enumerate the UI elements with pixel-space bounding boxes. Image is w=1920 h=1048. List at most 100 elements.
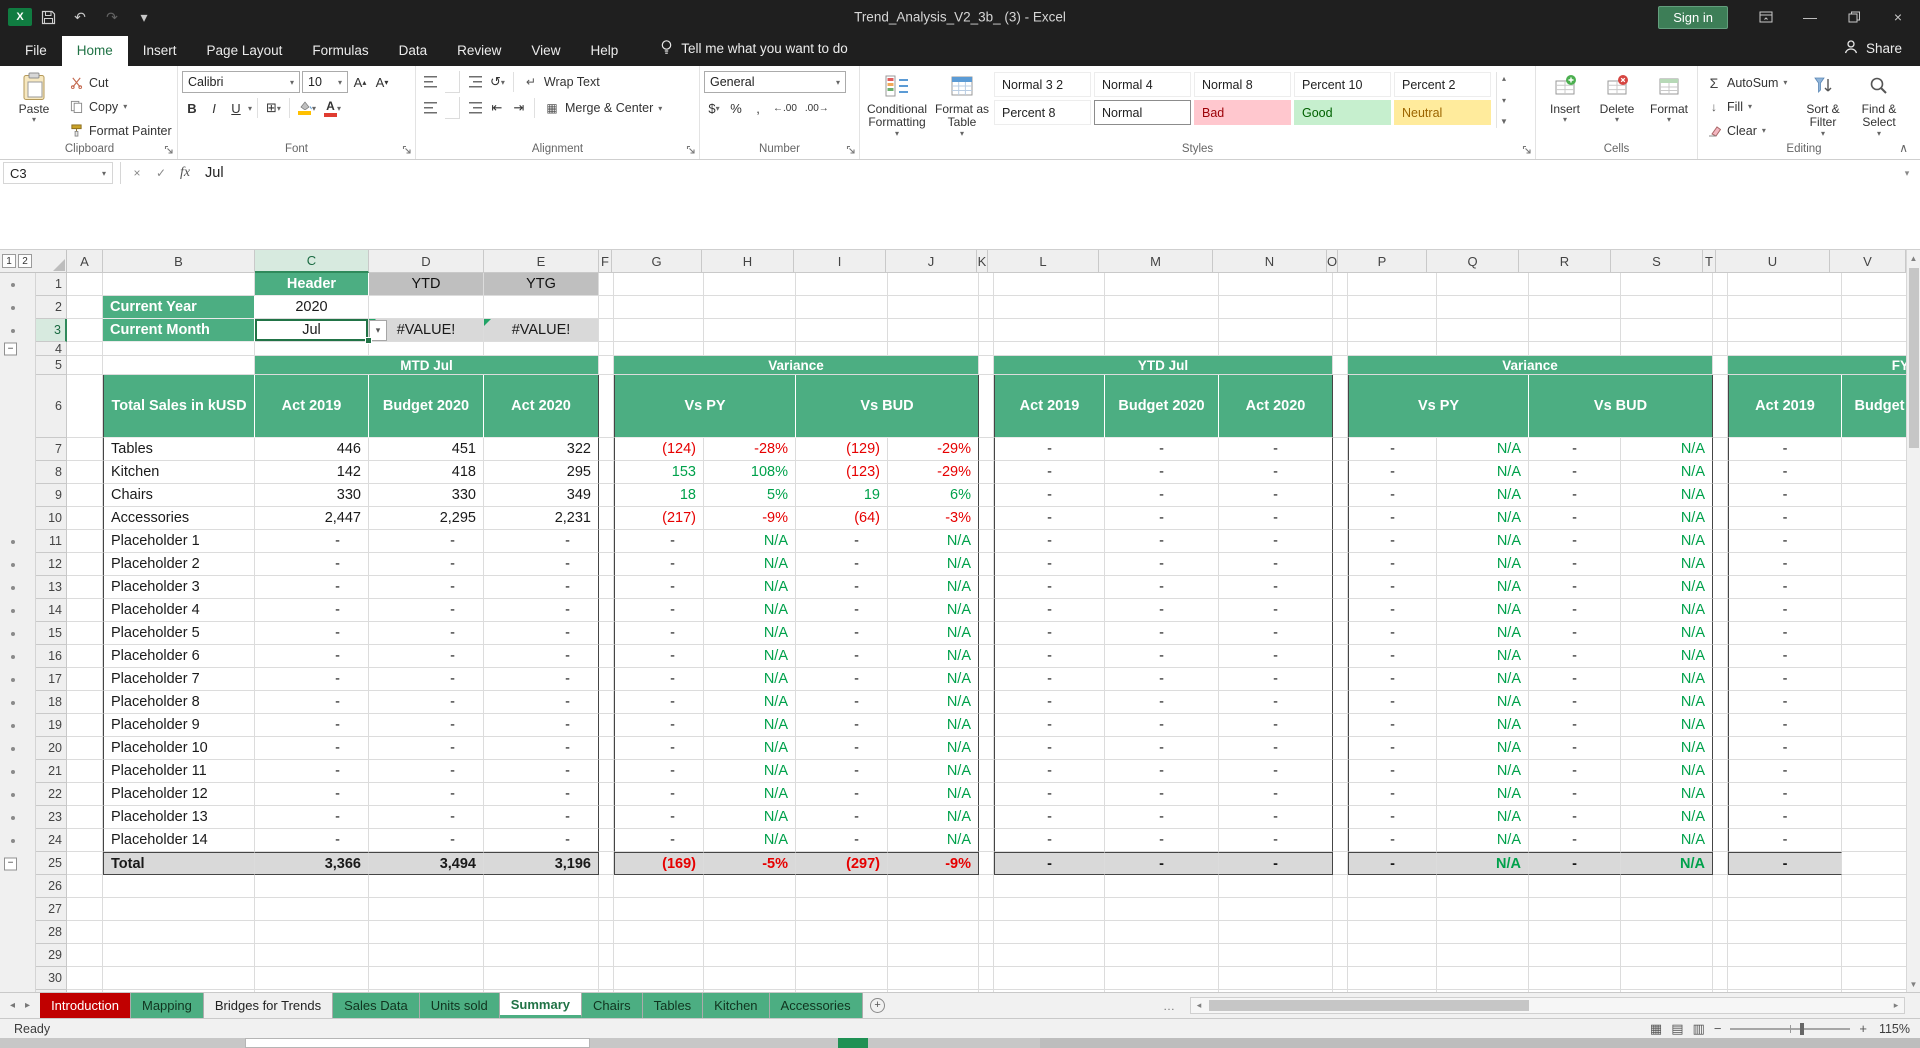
cell-C[interactable]: - (255, 645, 369, 668)
cell-I[interactable]: - (796, 806, 888, 829)
formula-bar-expand-icon[interactable]: ▾ (1894, 168, 1920, 179)
cell-N[interactable]: - (1219, 691, 1333, 714)
column-header-d[interactable]: D (369, 250, 484, 273)
cell-R[interactable]: - (1529, 691, 1621, 714)
cell-S[interactable] (1621, 319, 1713, 342)
cell-M[interactable] (1105, 319, 1219, 342)
cell-Q[interactable]: N/A (1437, 461, 1529, 484)
cell-G[interactable]: - (614, 829, 704, 852)
cell-N[interactable]: - (1219, 461, 1333, 484)
cell-F[interactable] (599, 760, 614, 783)
cell-P[interactable]: - (1348, 760, 1437, 783)
ribbon-tab-view[interactable]: View (516, 36, 575, 66)
cell-G[interactable]: - (614, 714, 704, 737)
cell-R[interactable] (1529, 967, 1621, 990)
cell-U[interactable]: - (1728, 484, 1842, 507)
cell-L[interactable]: - (994, 530, 1105, 553)
cell-O[interactable] (1333, 273, 1348, 296)
cell-O[interactable] (1333, 714, 1348, 737)
cell-C[interactable]: - (255, 806, 369, 829)
cell-style-percent-10[interactable]: Percent 10 (1294, 72, 1391, 97)
cell-I[interactable]: - (796, 783, 888, 806)
cell-P[interactable] (1348, 967, 1437, 990)
cell-A11[interactable] (67, 530, 103, 553)
cell-A[interactable] (67, 921, 103, 944)
cell-P[interactable] (1348, 296, 1437, 319)
cell-C[interactable]: - (255, 668, 369, 691)
cell-E[interactable]: - (484, 553, 599, 576)
cell-G[interactable]: (217) (614, 507, 704, 530)
cell-T[interactable] (1713, 530, 1728, 553)
merge-center-button[interactable]: ▦Merge & Center▾ (540, 98, 666, 119)
row-header-6[interactable]: 6 (36, 375, 67, 438)
cell-S[interactable]: N/A (1621, 599, 1713, 622)
cell-N[interactable]: - (1219, 507, 1333, 530)
cell-R[interactable]: - (1529, 645, 1621, 668)
cell-E[interactable]: - (484, 645, 599, 668)
cell-N[interactable] (1219, 319, 1333, 342)
increase-font-size-button[interactable]: A▴ (350, 71, 370, 93)
cell-F[interactable] (599, 921, 614, 944)
cell-A[interactable] (67, 967, 103, 990)
cell-H[interactable]: N/A (704, 599, 796, 622)
sheet-tab-mapping[interactable]: Mapping (131, 993, 204, 1018)
cell-G[interactable] (614, 273, 704, 296)
insert-cells-button[interactable]: Insert ▾ (1540, 68, 1590, 140)
cell-style-percent-2[interactable]: Percent 2 (1394, 72, 1491, 97)
cell-H[interactable]: N/A (704, 714, 796, 737)
cell-A[interactable] (67, 356, 103, 375)
cell-C[interactable] (255, 342, 369, 356)
cell-A23[interactable] (67, 806, 103, 829)
cell-G[interactable] (614, 296, 704, 319)
cell-E[interactable]: - (484, 783, 599, 806)
cell-T[interactable] (1713, 806, 1728, 829)
cell-N[interactable]: - (1219, 530, 1333, 553)
cell-I[interactable] (796, 944, 888, 967)
cell-Q[interactable]: N/A (1437, 668, 1529, 691)
cell-N[interactable] (1219, 273, 1333, 296)
outline-collapse-button[interactable]: − (4, 857, 17, 870)
cell-J[interactable]: N/A (888, 553, 979, 576)
cell-I[interactable] (796, 967, 888, 990)
conditional-formatting-button[interactable]: Conditional Formatting ▾ (864, 68, 930, 140)
cell-b3-current-month-label[interactable]: Current Month (103, 319, 255, 342)
cell-K[interactable] (979, 668, 994, 691)
cell-S[interactable]: N/A (1621, 760, 1713, 783)
ribbon-tab-formulas[interactable]: Formulas (297, 36, 383, 66)
cell-style-normal[interactable]: Normal (1094, 100, 1191, 125)
cell-I[interactable]: - (796, 737, 888, 760)
cell-M[interactable] (1105, 875, 1219, 898)
sheet-tab-kitchen[interactable]: Kitchen (703, 993, 769, 1018)
cell-A7[interactable] (67, 438, 103, 461)
cell-O[interactable] (1333, 852, 1348, 875)
cell-C[interactable]: - (255, 530, 369, 553)
cell-U[interactable] (1728, 944, 1842, 967)
row-header-7[interactable]: 7 (36, 438, 67, 461)
cell-D[interactable]: - (369, 553, 484, 576)
cell-R[interactable]: - (1529, 783, 1621, 806)
cell-N[interactable]: - (1219, 645, 1333, 668)
cell-J[interactable]: N/A (888, 645, 979, 668)
cell-E[interactable]: - (484, 691, 599, 714)
cell-A[interactable] (67, 319, 103, 342)
cell-L[interactable]: - (994, 691, 1105, 714)
cell-K[interactable] (979, 921, 994, 944)
cell-G[interactable]: - (614, 553, 704, 576)
cell-H[interactable]: 108% (704, 461, 796, 484)
cell-K[interactable] (979, 875, 994, 898)
cell-F[interactable] (599, 356, 614, 375)
cell-M[interactable]: - (1105, 714, 1219, 737)
cell-U[interactable]: - (1728, 645, 1842, 668)
normal-view-icon[interactable]: ▦ (1650, 1021, 1662, 1037)
cell-F[interactable] (599, 296, 614, 319)
column-header-l[interactable]: L (988, 250, 1099, 273)
cell-H[interactable] (704, 342, 796, 356)
cell-O[interactable] (1333, 806, 1348, 829)
cell-N[interactable]: - (1219, 599, 1333, 622)
cell-R[interactable] (1529, 944, 1621, 967)
cell-T[interactable] (1713, 484, 1728, 507)
cell-G[interactable]: - (614, 806, 704, 829)
header-act-2019-mtd[interactable]: Act 2019 (255, 375, 369, 438)
scroll-right-icon[interactable]: ▸ (1888, 1000, 1904, 1011)
cell-G[interactable]: - (614, 622, 704, 645)
